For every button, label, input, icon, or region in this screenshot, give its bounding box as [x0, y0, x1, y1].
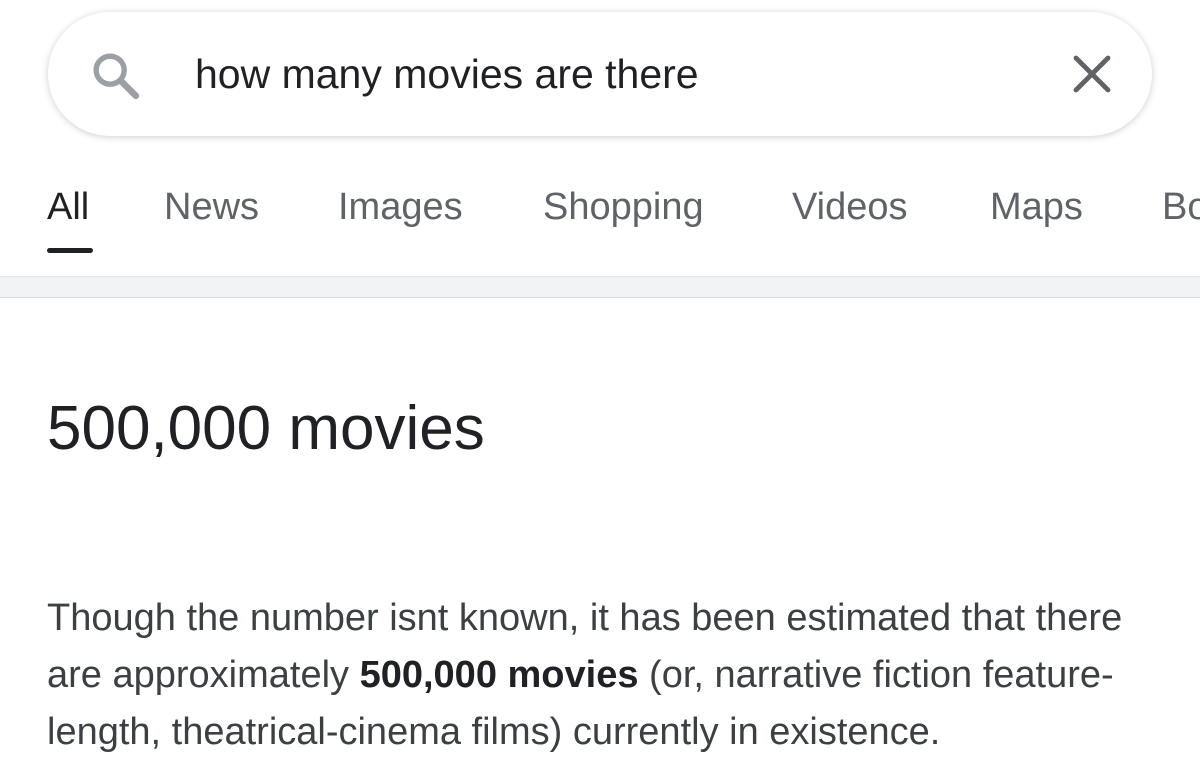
search-header: All News Images Shopping Videos Maps Boo…: [0, 0, 1200, 278]
tab-videos[interactable]: Videos: [792, 186, 908, 229]
snippet-highlight: 500,000 movies: [359, 654, 639, 696]
section-divider: [0, 276, 1200, 298]
tab-books[interactable]: Books: [1162, 186, 1200, 229]
tab-news[interactable]: News: [164, 186, 259, 229]
active-tab-indicator: [47, 248, 93, 253]
answer-snippet: Though the number isnt known, it has bee…: [47, 590, 1187, 761]
close-icon[interactable]: [1068, 50, 1116, 98]
tab-shopping[interactable]: Shopping: [543, 186, 704, 229]
tab-all[interactable]: All: [47, 186, 89, 229]
tab-images[interactable]: Images: [338, 186, 463, 229]
search-input[interactable]: [195, 46, 1015, 102]
search-icon[interactable]: [88, 48, 144, 104]
search-tabs: All News Images Shopping Videos Maps Boo…: [0, 170, 1200, 270]
answer-title: 500,000 movies: [47, 394, 485, 463]
tab-maps[interactable]: Maps: [990, 186, 1083, 229]
